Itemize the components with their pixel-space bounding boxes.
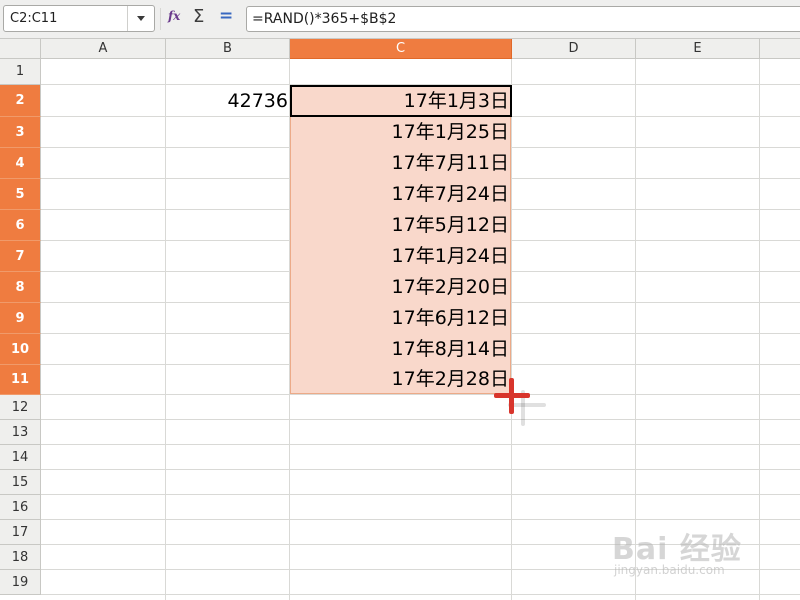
name-box-dropdown-icon[interactable] — [127, 6, 154, 31]
row-header-13[interactable]: 13 — [0, 420, 41, 445]
cell-c5[interactable]: 17年7月24日 — [290, 179, 511, 210]
cell-b2[interactable]: 42736 — [166, 85, 290, 117]
name-box[interactable]: C2:C11 — [3, 5, 155, 32]
function-wizard-icon[interactable]: fx — [168, 9, 180, 23]
cell-c6[interactable]: 17年5月12日 — [290, 210, 511, 241]
gridline — [41, 419, 800, 420]
row-header-16[interactable]: 16 — [0, 495, 41, 520]
column-header-d[interactable]: D — [512, 39, 636, 59]
baidu-watermark-logo: Bai 经验 — [612, 532, 742, 567]
row-header-15[interactable]: 15 — [0, 470, 41, 495]
row-header-18[interactable]: 18 — [0, 545, 41, 570]
column-header-a[interactable]: A — [41, 39, 166, 59]
gridline — [41, 469, 800, 470]
row-header-8[interactable]: 8 — [0, 272, 41, 303]
crosshair-cursor-icon — [509, 378, 514, 414]
cell-c3[interactable]: 17年1月25日 — [290, 117, 511, 148]
cell-c11[interactable]: 17年2月28日 — [290, 365, 511, 394]
cell-c4[interactable]: 17年7月11日 — [290, 148, 511, 179]
gridline — [41, 594, 800, 595]
formula-bar: C2:C11 fx Σ = =RAND()*365+$B$2 — [0, 0, 800, 39]
gridline — [41, 519, 800, 520]
column-header-c[interactable]: C — [290, 39, 512, 59]
row-header-19[interactable]: 19 — [0, 570, 41, 595]
row-header-5[interactable]: 5 — [0, 179, 41, 210]
active-cell-border — [290, 85, 512, 117]
cell-c7[interactable]: 17年1月24日 — [290, 241, 511, 272]
row-header-2[interactable]: 2 — [0, 85, 41, 117]
row-header-3[interactable]: 3 — [0, 117, 41, 148]
row-header-14[interactable]: 14 — [0, 445, 41, 470]
row-header-1[interactable]: 1 — [0, 59, 41, 85]
baidu-watermark-url: jingyan.baidu.com — [614, 563, 725, 577]
toolbar-separator — [160, 8, 161, 30]
gridline — [41, 394, 800, 395]
column-header-e[interactable]: E — [636, 39, 760, 59]
row-header-12[interactable]: 12 — [0, 395, 41, 420]
cell-c9[interactable]: 17年6月12日 — [290, 303, 511, 334]
row-header-11[interactable]: 11 — [0, 365, 41, 395]
row-header-7[interactable]: 7 — [0, 241, 41, 272]
row-header-4[interactable]: 4 — [0, 148, 41, 179]
equals-icon[interactable]: = — [219, 6, 233, 26]
formula-text: =RAND()*365+$B$2 — [252, 11, 397, 27]
gridline — [41, 444, 800, 445]
select-all-corner[interactable] — [0, 39, 41, 59]
sum-icon[interactable]: Σ — [193, 6, 204, 27]
row-header-6[interactable]: 6 — [0, 210, 41, 241]
row-header-17[interactable]: 17 — [0, 520, 41, 545]
cell-c8[interactable]: 17年2月20日 — [290, 272, 511, 303]
column-header-f[interactable] — [760, 39, 800, 59]
name-box-value: C2:C11 — [10, 11, 58, 26]
column-header-b[interactable]: B — [166, 39, 290, 59]
cell-c10[interactable]: 17年8月14日 — [290, 334, 511, 365]
row-header-9[interactable]: 9 — [0, 303, 41, 334]
formula-input[interactable]: =RAND()*365+$B$2 — [246, 6, 800, 32]
gridline — [41, 494, 800, 495]
row-header-10[interactable]: 10 — [0, 334, 41, 365]
